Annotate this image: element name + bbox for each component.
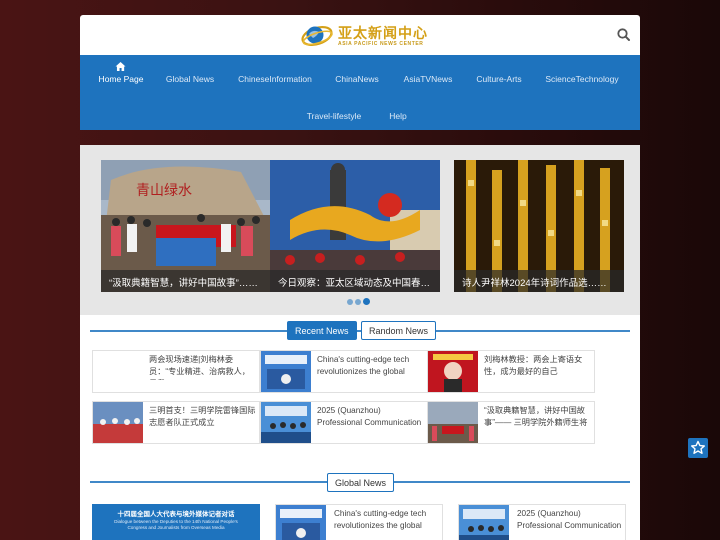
nav-item-culture-arts[interactable]: Culture-Arts xyxy=(476,74,521,84)
global-card-1[interactable]: China's cutting-edge tech revolutionizes… xyxy=(275,504,443,540)
news-card-5-thumb xyxy=(261,402,311,443)
news-card-6-thumb xyxy=(428,402,478,443)
global-banner-title: 十四届全国人大代表与境外媒体记者对话 xyxy=(117,511,235,518)
nav-item-science-technology[interactable]: ScienceTechnology xyxy=(545,74,618,84)
news-card-1[interactable]: 两会现场速递|刘梅林委员：“专业精进、治病救人，是我一 xyxy=(92,350,260,393)
nav-item-help[interactable]: Help xyxy=(389,111,406,121)
main-nav: Home Page Global News ChineseInformation… xyxy=(80,55,640,130)
tab-recent-news[interactable]: Recent News xyxy=(287,321,357,340)
recent-tabs-rule xyxy=(90,330,630,332)
news-card-6-title: “汲取典籍智慧，讲好中国故事”—— 三明学院外籍师生将 xyxy=(484,406,588,427)
logo-chinese-text: 亚太新闻中心 xyxy=(338,26,428,42)
slide-1-caption: “汲取典籍智慧，讲好中国故事”…… xyxy=(101,270,271,292)
slide-3-caption: 诗人尹祥林2024年诗词作品选…… xyxy=(454,270,624,292)
favorite-button[interactable] xyxy=(688,438,708,458)
slide-3[interactable]: 诗人尹祥林2024年诗词作品选…… xyxy=(454,160,624,292)
site-header: 亚太新闻中心 ASIA PACIFIC NEWS CENTER xyxy=(80,15,640,55)
svg-text:青山绿水: 青山绿水 xyxy=(136,183,192,199)
slider-dot-2[interactable] xyxy=(355,299,361,305)
nav-item-asia-tv-news[interactable]: AsiaTVNews xyxy=(404,74,453,84)
news-card-2-title: China's cutting-edge tech revolutionizes… xyxy=(317,355,410,376)
nav-item-chinese-information[interactable]: ChineseInformation xyxy=(238,74,312,84)
news-card-2-thumb xyxy=(261,351,311,392)
slide-1[interactable]: 青山绿水 “汲取典籍智慧，讲好中国故事”…… xyxy=(101,160,271,292)
site-logo[interactable]: 亚太新闻中心 ASIA PACIFIC NEWS CENTER xyxy=(300,21,427,51)
search-button[interactable] xyxy=(616,27,632,43)
slide-2[interactable]: 今日观察：亚太区域动态及中国春…… xyxy=(270,160,440,292)
news-card-6[interactable]: “汲取典籍智慧，讲好中国故事”—— 三明学院外籍师生将 xyxy=(427,401,595,444)
global-card-2-thumb xyxy=(459,505,509,540)
logo-english-text: ASIA PACIFIC NEWS CENTER xyxy=(338,41,424,47)
slider-dot-1[interactable] xyxy=(347,299,353,305)
nav-item-travel-lifestyle[interactable]: Travel-lifestyle xyxy=(307,111,361,121)
globe-logo-icon xyxy=(301,25,333,47)
slide-2-caption: 今日观察：亚太区域动态及中国春…… xyxy=(270,270,440,292)
nav-label-home: Home Page xyxy=(98,74,144,84)
star-icon xyxy=(691,440,705,454)
slider-pagination xyxy=(347,298,377,306)
news-card-4-thumb xyxy=(93,402,143,443)
global-card-2-title: 2025 (Quanzhou) Professional Communicati… xyxy=(517,509,622,530)
news-card-5[interactable]: 2025 (Quanzhou) Professional Communicati… xyxy=(260,401,428,444)
global-news-banner[interactable]: 十四届全国人大代表与境外媒体记者对话 Dialogue between the … xyxy=(92,504,260,540)
news-card-2[interactable]: China's cutting-edge tech revolutionizes… xyxy=(260,350,428,393)
news-content: Recent News Random News 两会现场速递|刘梅林委员：“专业… xyxy=(80,315,640,540)
global-card-2[interactable]: 2025 (Quanzhou) Professional Communicati… xyxy=(458,504,626,540)
search-icon xyxy=(617,28,630,41)
news-card-1-title: 两会现场速递|刘梅林委员：“专业精进、治病救人，是我一 xyxy=(149,355,250,380)
nav-item-home[interactable]: Home Page xyxy=(98,62,144,84)
global-card-1-thumb xyxy=(276,505,326,540)
nav-item-china-news[interactable]: ChinaNews xyxy=(335,74,378,84)
global-news-heading[interactable]: Global News xyxy=(327,473,395,492)
news-card-3-thumb xyxy=(428,351,478,392)
home-icon xyxy=(115,62,126,71)
image-slider: 青山绿水 “汲取典籍智慧，讲好中国故事”…… 今日观察：亚太区域动态及中国春……… xyxy=(80,145,640,315)
news-card-4[interactable]: 三明首支！三明学院雷锋国际志愿者队正式成立 xyxy=(92,401,260,444)
slider-dot-3[interactable] xyxy=(363,298,370,305)
global-banner-subtitle: Dialogue between the Deputies to the 14t… xyxy=(114,519,238,530)
news-card-4-title: 三明首支！三明学院雷锋国际志愿者队正式成立 xyxy=(149,406,256,427)
news-card-3[interactable]: 刘梅林教授：两会上寄语女性，成为最好的自己 xyxy=(427,350,595,393)
news-card-5-title: 2025 (Quanzhou) Professional Communicati… xyxy=(317,406,422,427)
page-container: 亚太新闻中心 ASIA PACIFIC NEWS CENTER Home Pag… xyxy=(80,15,640,540)
news-card-3-title: 刘梅林教授：两会上寄语女性，成为最好的自己 xyxy=(484,355,583,376)
global-card-1-title: China's cutting-edge tech revolutionizes… xyxy=(334,509,427,530)
tab-random-news[interactable]: Random News xyxy=(361,321,437,340)
nav-item-global-news[interactable]: Global News xyxy=(166,74,214,84)
